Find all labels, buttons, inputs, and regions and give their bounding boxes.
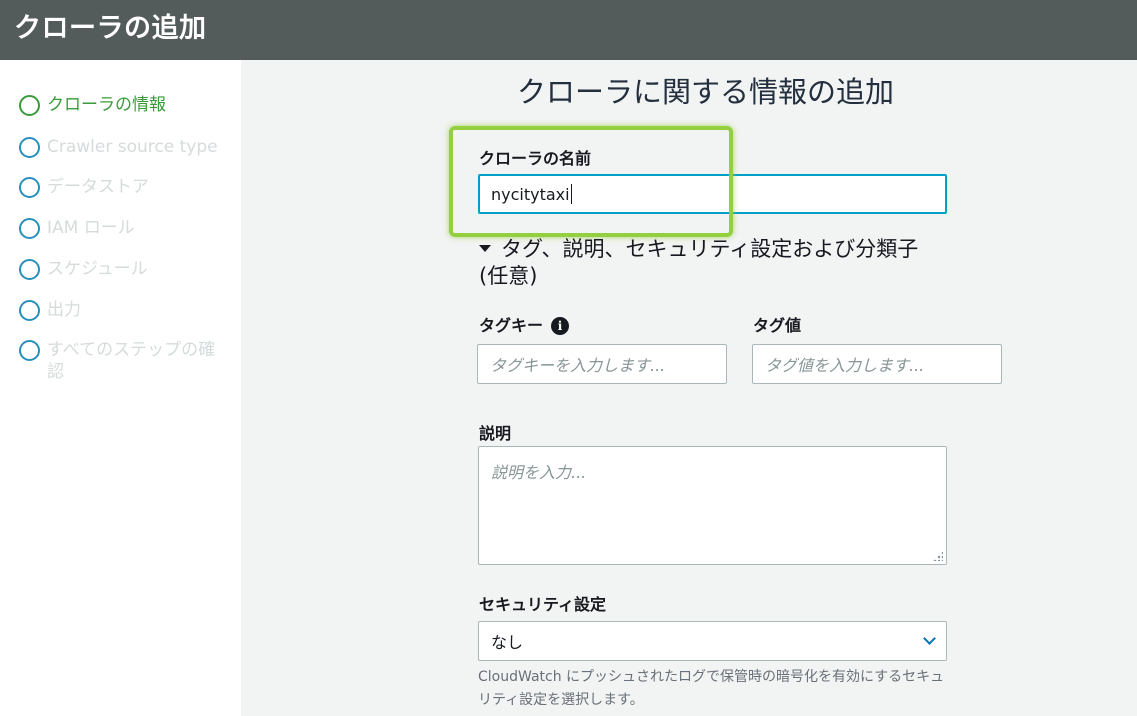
step-label: すべてのステップの確認 bbox=[47, 340, 216, 382]
step-circle-icon bbox=[19, 340, 40, 361]
wizard-sidebar: クローラの情報 Crawler source type データストア IAM ロ… bbox=[0, 60, 241, 716]
step-label: IAM ロール bbox=[47, 218, 135, 238]
security-config-select[interactable]: なし bbox=[478, 621, 947, 661]
tag-value-placeholder: タグ値を入力します... bbox=[765, 356, 925, 375]
caret-down-icon bbox=[479, 244, 491, 252]
step-iam-role[interactable]: IAM ロール bbox=[19, 217, 232, 239]
step-label: スケジュール bbox=[47, 259, 148, 279]
optional-section-toggle[interactable]: タグ、説明、セキュリティ設定および分類子 (任意) bbox=[479, 236, 949, 290]
step-crawler-source-type[interactable]: Crawler source type bbox=[19, 136, 232, 158]
step-review-all[interactable]: すべてのステップの確認 bbox=[19, 339, 227, 383]
tag-value-label: タグ値 bbox=[753, 316, 802, 335]
step-crawler-info[interactable]: クローラの情報 bbox=[19, 94, 232, 116]
step-label: データストア bbox=[47, 177, 149, 197]
step-label: クローラの情報 bbox=[47, 95, 166, 115]
optional-section-label: タグ、説明、セキュリティ設定および分類子 (任意) bbox=[479, 237, 919, 288]
description-placeholder: 説明を入力... bbox=[491, 463, 587, 482]
step-data-store[interactable]: データストア bbox=[19, 176, 232, 198]
main-content: クローラに関する情報の追加 クローラの名前 nycitytaxi タグ、説明、セ… bbox=[241, 60, 1137, 716]
step-circle-icon bbox=[19, 300, 40, 321]
step-label: Crawler source type bbox=[47, 137, 218, 157]
info-icon[interactable]: i bbox=[551, 316, 570, 335]
header-bar: クローラの追加 bbox=[0, 0, 1137, 60]
form-title: クローラに関する情報の追加 bbox=[517, 75, 895, 109]
highlight-annotation-box bbox=[449, 126, 733, 237]
security-config-hint: CloudWatch にプッシュされたログで保管時の暗号化を有効にするセキュリテ… bbox=[478, 669, 945, 708]
security-config-value: なし bbox=[491, 633, 524, 652]
step-circle-icon bbox=[19, 218, 40, 239]
description-label: 説明 bbox=[479, 424, 512, 443]
tag-value-input[interactable]: タグ値を入力します... bbox=[752, 344, 1002, 384]
security-config-label: セキュリティ設定 bbox=[479, 595, 607, 614]
tag-key-placeholder: タグキーを入力します... bbox=[490, 356, 666, 375]
step-circle-icon bbox=[19, 137, 40, 158]
step-circle-icon bbox=[19, 259, 40, 280]
chevron-down-icon bbox=[923, 632, 936, 645]
step-label: 出力 bbox=[47, 300, 81, 320]
step-circle-icon bbox=[19, 95, 40, 116]
page-header-title: クローラの追加 bbox=[14, 13, 207, 44]
tag-key-label-row: タグキー i bbox=[479, 312, 570, 336]
step-circle-icon bbox=[19, 177, 40, 198]
description-textarea[interactable]: 説明を入力... bbox=[478, 446, 947, 565]
step-output[interactable]: 出力 bbox=[19, 299, 232, 321]
resize-grip-icon[interactable] bbox=[933, 551, 943, 561]
tag-key-label: タグキー bbox=[479, 316, 544, 335]
tag-key-input[interactable]: タグキーを入力します... bbox=[477, 344, 727, 384]
step-schedule[interactable]: スケジュール bbox=[19, 258, 232, 280]
